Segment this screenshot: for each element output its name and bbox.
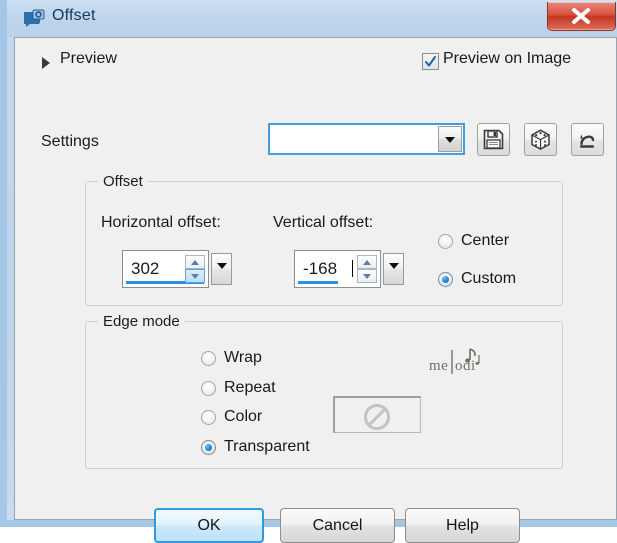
reset-button[interactable]: [571, 123, 604, 156]
svg-text:me: me: [429, 358, 448, 374]
cancel-button[interactable]: Cancel: [280, 508, 395, 543]
dialog-body: Preview Preview on Image Settings Offset…: [14, 37, 617, 543]
settings-label: Settings: [41, 133, 99, 150]
preview-on-image-checkbox[interactable]: [422, 53, 439, 70]
radio-indicator: [201, 351, 216, 366]
vertical-offset-value: -168: [303, 259, 338, 278]
radio-indicator: [438, 234, 453, 249]
save-preset-button[interactable]: [477, 123, 510, 156]
melodi-watermark: me odi: [429, 344, 491, 384]
horizontal-offset-dropdown[interactable]: [211, 253, 232, 285]
combo-dropdown-button[interactable]: [438, 126, 462, 152]
radio-color-label: Color: [224, 408, 263, 425]
radio-indicator: [201, 381, 216, 396]
vertical-offset-spinner[interactable]: [357, 255, 377, 284]
vertical-offset-dropdown[interactable]: [383, 253, 404, 285]
edge-mode-group-legend: Edge mode: [98, 313, 185, 330]
camera-icon: [23, 8, 46, 28]
close-button[interactable]: [547, 2, 616, 31]
radio-wrap-label: Wrap: [224, 349, 262, 366]
checkmark-icon: [425, 56, 436, 67]
radio-indicator: [438, 272, 453, 287]
edge-color-swatch[interactable]: [333, 396, 421, 433]
chevron-right-icon[interactable]: [42, 57, 50, 69]
preview-row: Preview Preview on Image: [15, 46, 616, 80]
radio-center-label: Center: [461, 232, 510, 249]
triangle-down-icon: [363, 274, 371, 279]
text-caret: [352, 260, 353, 277]
chevron-down-icon: [445, 137, 455, 143]
vertical-offset-input[interactable]: -168: [294, 250, 381, 288]
preview-on-image-label[interactable]: Preview on Image: [443, 50, 571, 68]
horizontal-offset-spinner[interactable]: [185, 255, 205, 284]
chevron-down-icon: [389, 263, 399, 269]
reset-arrow-icon: [580, 134, 595, 148]
radio-custom-label: Custom: [461, 270, 517, 287]
horizontal-offset-value: 302: [131, 259, 160, 278]
horizontal-offset-label: Horizontal offset:: [101, 214, 221, 231]
radio-repeat-label: Repeat: [224, 379, 276, 396]
offset-group: Offset Horizontal offset: Vertical offse…: [85, 173, 563, 306]
triangle-up-icon: [191, 260, 199, 265]
settings-preset-combobox[interactable]: [268, 123, 465, 155]
radio-indicator: [201, 410, 216, 425]
title-bar: Offset: [7, 0, 617, 37]
radio-transparent-label: Transparent: [224, 438, 310, 455]
offset-group-legend: Offset: [98, 173, 148, 190]
triangle-down-icon: [191, 274, 199, 279]
preview-toggle-label[interactable]: Preview: [60, 50, 117, 68]
no-entry-icon: [364, 404, 390, 430]
horizontal-offset-input[interactable]: 302: [122, 250, 209, 288]
close-icon: [572, 8, 590, 24]
help-button[interactable]: Help: [405, 508, 520, 543]
triangle-up-icon: [363, 260, 371, 265]
randomize-button[interactable]: [524, 123, 557, 156]
ok-button[interactable]: OK: [154, 508, 264, 543]
edge-mode-group: Edge mode Wrap Repeat Color Transparent: [85, 313, 563, 469]
radio-indicator: [201, 440, 216, 455]
window-title: Offset: [52, 7, 96, 24]
dice-icon: [531, 129, 550, 150]
vertical-offset-track: [298, 281, 338, 284]
vertical-offset-label: Vertical offset:: [273, 214, 374, 231]
chevron-down-icon: [217, 263, 227, 269]
floppy-disk-icon: [483, 129, 504, 150]
offset-dialog-window: Offset Preview Preview on Image Settings: [0, 0, 617, 543]
